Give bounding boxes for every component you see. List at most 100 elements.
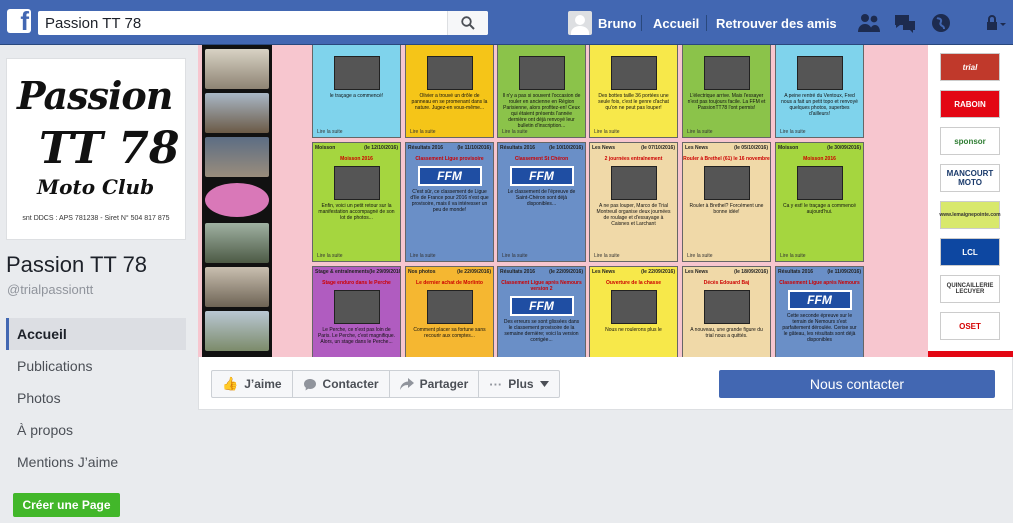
tile-read-more: Lire la suite bbox=[780, 129, 806, 135]
tile-photo bbox=[426, 290, 473, 324]
left-nav-item-a-propos[interactable]: À propos bbox=[6, 414, 186, 446]
tile-title: Moisson 2016 bbox=[340, 156, 373, 162]
tile-photo bbox=[333, 166, 380, 200]
nav-home-link[interactable]: Accueil bbox=[653, 16, 699, 31]
cover-news-tile: Les News (le 18/09/2016) Décès Edouard Baj… bbox=[682, 266, 771, 357]
cover-sponsor-column: trial RABOIN sponsor MANCOURT MOTO www.lemai… bbox=[928, 45, 1013, 357]
cover-news-tile: Résultats 2016 (le 11/09/2016) Classement … bbox=[775, 266, 864, 357]
more-dots-icon: ··· bbox=[489, 376, 503, 392]
tile-category: Résultats 2016 bbox=[778, 269, 814, 275]
tile-date: (le 30/09/2016) bbox=[827, 145, 861, 151]
sponsor-logo: QUINCAILLERIE LECUYER bbox=[940, 275, 1000, 303]
tile-category: Les News bbox=[685, 145, 709, 151]
user-avatar bbox=[568, 11, 592, 35]
tile-date: (le 22/09/2016) bbox=[549, 269, 583, 275]
tile-header: Les News (le 05/10/2016) bbox=[683, 143, 770, 154]
logo-text-line: TT 78 bbox=[39, 123, 180, 174]
tile-photo bbox=[426, 56, 473, 90]
cover-thumbnail bbox=[205, 137, 269, 177]
create-page-button[interactable]: Créer une Page bbox=[13, 493, 120, 517]
tile-date: (le 22/09/2016) bbox=[457, 269, 491, 275]
left-nav-item-photos[interactable]: Photos bbox=[6, 382, 186, 414]
cover-news-tile: Les News (le 07/10/2016) 2 journées entraî… bbox=[589, 142, 678, 262]
tile-category: Les News bbox=[685, 269, 709, 275]
tile-title: Le dernier achat de Morlinto bbox=[416, 280, 483, 286]
tile-read-more: Lire la suite bbox=[687, 129, 713, 135]
tile-read-more: Lire la suite bbox=[502, 253, 528, 259]
tile-text: Ca y est! le traçage a commencé aujourd'… bbox=[782, 203, 857, 215]
cover-photo[interactable]: le traçage a commencé! Lire la suite Olivi… bbox=[198, 45, 1013, 357]
tile-date: (le 12/10/2016) bbox=[364, 145, 398, 151]
sponsor-logo: MANCOURT MOTO bbox=[940, 164, 1000, 192]
tile-text: Rouler à Brethel? Forcément une bonne id… bbox=[689, 203, 764, 215]
friend-requests-icon[interactable] bbox=[856, 10, 882, 36]
nav-find-friends-link[interactable]: Retrouver des amis bbox=[716, 16, 837, 31]
tile-text: Des bottes taille 36 portées une seule f… bbox=[598, 93, 669, 111]
tile-date: (le 11/10/2016) bbox=[457, 145, 491, 151]
contact-label: Contacter bbox=[322, 377, 379, 391]
tile-category: Résultats 2016 bbox=[500, 145, 536, 151]
tile-header: Moisson (le 12/10/2016) bbox=[313, 143, 400, 154]
tile-category: Moisson bbox=[778, 145, 799, 151]
tile-header bbox=[313, 45, 400, 52]
cover-thumbnail bbox=[205, 93, 269, 133]
cover-photo-strip bbox=[202, 45, 272, 357]
cover-news-tile: Résultats 2016 (le 22/09/2016) Classement … bbox=[497, 266, 586, 357]
cover-news-grid: le traçage a commencé! Lire la suite Olivi… bbox=[312, 45, 868, 357]
tile-title: Classement Ligue provisoire bbox=[415, 156, 484, 162]
sponsor-logo: sponsor bbox=[940, 127, 1000, 155]
tile-title: Moisson 2016 bbox=[803, 156, 836, 162]
search-button[interactable] bbox=[447, 11, 488, 35]
ffm-logo: FFM bbox=[509, 296, 574, 316]
tile-header: Les News (le 07/10/2016) bbox=[590, 143, 677, 154]
tile-date: (le 22/09/2016) bbox=[641, 269, 675, 275]
tile-text: Nous ne roulerons plus le bbox=[605, 327, 662, 333]
tile-read-more: Lire la suite bbox=[780, 253, 806, 259]
cover-news-tile: Olivier a trouvé un drôle de panneau en … bbox=[405, 45, 494, 138]
facebook-logo-icon[interactable]: f bbox=[7, 9, 31, 33]
more-label: Plus bbox=[508, 377, 534, 391]
cover-news-tile: Nos photos (le 22/09/2016) Le dernier acha… bbox=[405, 266, 494, 357]
tile-date: (le 10/10/2016) bbox=[549, 145, 583, 151]
tile-title: Classement Ligue après Nemours bbox=[779, 280, 860, 286]
notifications-globe-icon[interactable] bbox=[928, 10, 954, 36]
tile-header: Moisson (le 30/09/2016) bbox=[776, 143, 863, 154]
share-button[interactable]: Partager bbox=[390, 371, 480, 397]
cover-news-tile: le traçage a commencé! Lire la suite bbox=[312, 45, 401, 138]
nav-profile-link[interactable]: Bruno bbox=[568, 11, 636, 35]
search-input[interactable] bbox=[38, 11, 447, 35]
cover-news-tile: Moisson (le 30/09/2016) Moisson 2016 Ca y e… bbox=[775, 142, 864, 262]
tile-header bbox=[776, 45, 863, 52]
more-button[interactable]: ··· Plus bbox=[479, 371, 558, 397]
contact-us-cta-button[interactable]: Nous contacter bbox=[719, 370, 995, 398]
messages-icon[interactable] bbox=[892, 10, 918, 36]
profile-picture-card[interactable]: Passion TT 78 Moto Club snt DDCS : APS 7… bbox=[6, 58, 186, 240]
ffm-logo: FFM bbox=[787, 290, 852, 310]
cover-thumbnail bbox=[205, 311, 269, 351]
tile-text: Le classement de l'épreuve de Saint-Chér… bbox=[507, 189, 576, 207]
left-nav-item-publications[interactable]: Publications bbox=[6, 350, 186, 382]
chevron-down-icon bbox=[539, 381, 549, 387]
nav-icon-group bbox=[856, 10, 1008, 36]
cover-news-tile: Moisson (le 12/10/2016) Moisson 2016 Enfin,… bbox=[312, 142, 401, 262]
page-username[interactable]: @trialpassiontt bbox=[7, 282, 93, 297]
thumbs-up-icon: 👍 bbox=[222, 376, 239, 391]
cover-news-tile: Les News (le 22/09/2016) Ouverture de la c… bbox=[589, 266, 678, 357]
tile-text: C'est sûr, ce classement de Ligue d'Ile … bbox=[410, 189, 489, 213]
left-nav-item-mentions-jaime[interactable]: Mentions J’aime bbox=[6, 446, 186, 478]
tile-category: Résultats 2016 bbox=[408, 145, 444, 151]
like-button[interactable]: 👍 J’aime bbox=[212, 371, 293, 397]
tile-title: Stage enduro dans le Perche bbox=[322, 280, 391, 286]
cover-thumbnail bbox=[205, 49, 269, 89]
quick-help-icon[interactable] bbox=[982, 10, 1008, 36]
tile-photo bbox=[333, 290, 380, 324]
tile-header: Les News (le 22/09/2016) bbox=[590, 267, 677, 278]
tile-text: Enfin, voici un petit retour sur la mani… bbox=[318, 203, 395, 221]
tile-header: Nos photos (le 22/09/2016) bbox=[406, 267, 493, 278]
tile-header bbox=[406, 45, 493, 52]
left-nav-item-accueil[interactable]: Accueil bbox=[6, 318, 186, 350]
contact-button[interactable]: Contacter bbox=[293, 371, 390, 397]
page-title[interactable]: Passion TT 78 bbox=[6, 252, 147, 278]
like-label: J’aime bbox=[244, 377, 282, 391]
cover-thumbnail bbox=[205, 183, 269, 217]
